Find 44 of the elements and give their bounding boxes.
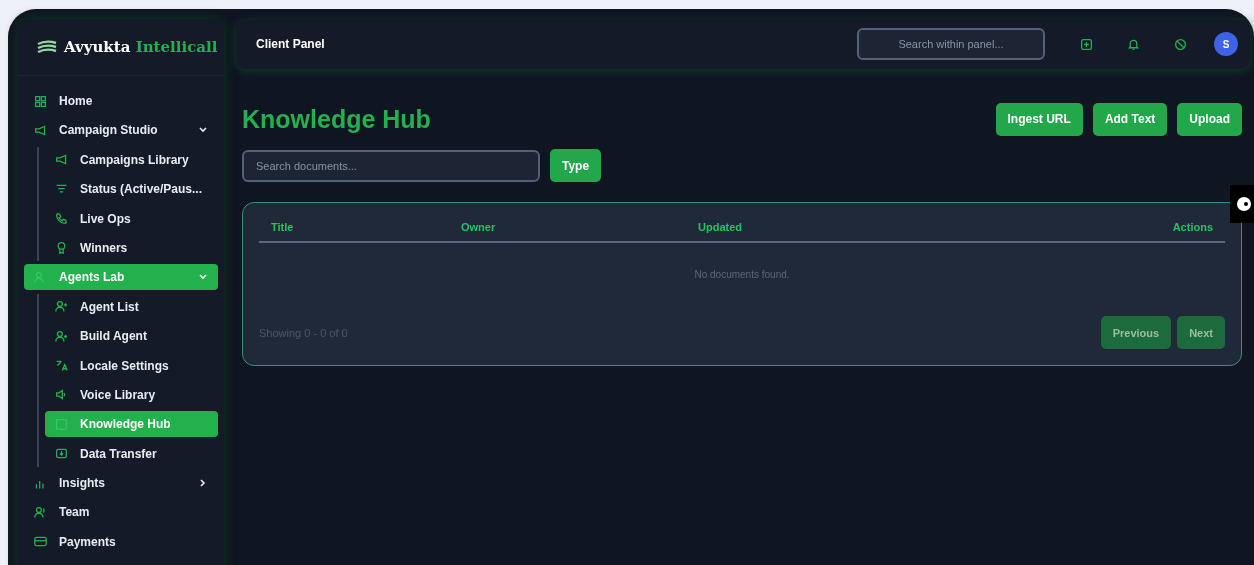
- transfer-icon: [55, 447, 68, 461]
- megaphone-icon: [55, 153, 68, 167]
- filter-icon: [55, 182, 68, 196]
- nav-item[interactable]: Locale Settings: [45, 352, 218, 379]
- page-title: Knowledge Hub: [242, 104, 432, 134]
- bell-icon[interactable]: [1127, 37, 1140, 51]
- nav-item[interactable]: Data Transfer: [45, 440, 218, 467]
- nav-item[interactable]: Campaigns Library: [45, 146, 218, 173]
- column-header: Owner: [461, 221, 497, 233]
- nav-item[interactable]: Team: [24, 499, 218, 526]
- blocked-icon[interactable]: [1174, 37, 1187, 51]
- nav-item[interactable]: Build Agent: [45, 323, 218, 350]
- user-avatar[interactable]: S: [1214, 32, 1238, 56]
- add-square-icon[interactable]: [1080, 37, 1093, 51]
- speaker-icon: [55, 388, 68, 402]
- panel-title: Client Panel: [256, 37, 326, 51]
- nav-item[interactable]: Campaign Studio: [24, 117, 218, 144]
- logo-icon: [36, 38, 58, 56]
- user-icon: [55, 300, 68, 314]
- nav-item[interactable]: Payments: [24, 528, 218, 555]
- nav-item[interactable]: Voice Library: [45, 381, 218, 408]
- megaphone-icon: [34, 123, 47, 137]
- panel-search-field[interactable]: Search within panel...: [857, 28, 1045, 60]
- nav-item[interactable]: Winners: [45, 234, 218, 261]
- brand-name: Avyukta Intellicall: [64, 38, 218, 56]
- nav-item[interactable]: Home: [24, 88, 218, 114]
- card-icon: [34, 535, 47, 549]
- nav-item[interactable]: Live Ops: [45, 205, 218, 232]
- phone-icon: [55, 212, 68, 226]
- translate-icon: [55, 359, 68, 372]
- grid-icon: [34, 94, 47, 108]
- nav-item[interactable]: Agent List: [45, 293, 218, 320]
- user-plus-icon: [55, 329, 68, 343]
- column-header: Actions: [1171, 221, 1213, 233]
- empty-message: No documents found.: [694, 269, 790, 280]
- document-search-field[interactable]: Search documents...: [242, 149, 540, 182]
- nav-item[interactable]: Status (Active/Paus...: [45, 176, 218, 203]
- column-header: Updated: [698, 221, 743, 233]
- chat-widget-tab[interactable]: [1230, 185, 1254, 223]
- chat-bubble-icon: [1236, 196, 1252, 212]
- column-header: Title: [271, 221, 295, 233]
- users-icon: [34, 505, 47, 519]
- award-icon: [55, 241, 68, 255]
- nav-item[interactable]: Insights: [24, 470, 218, 497]
